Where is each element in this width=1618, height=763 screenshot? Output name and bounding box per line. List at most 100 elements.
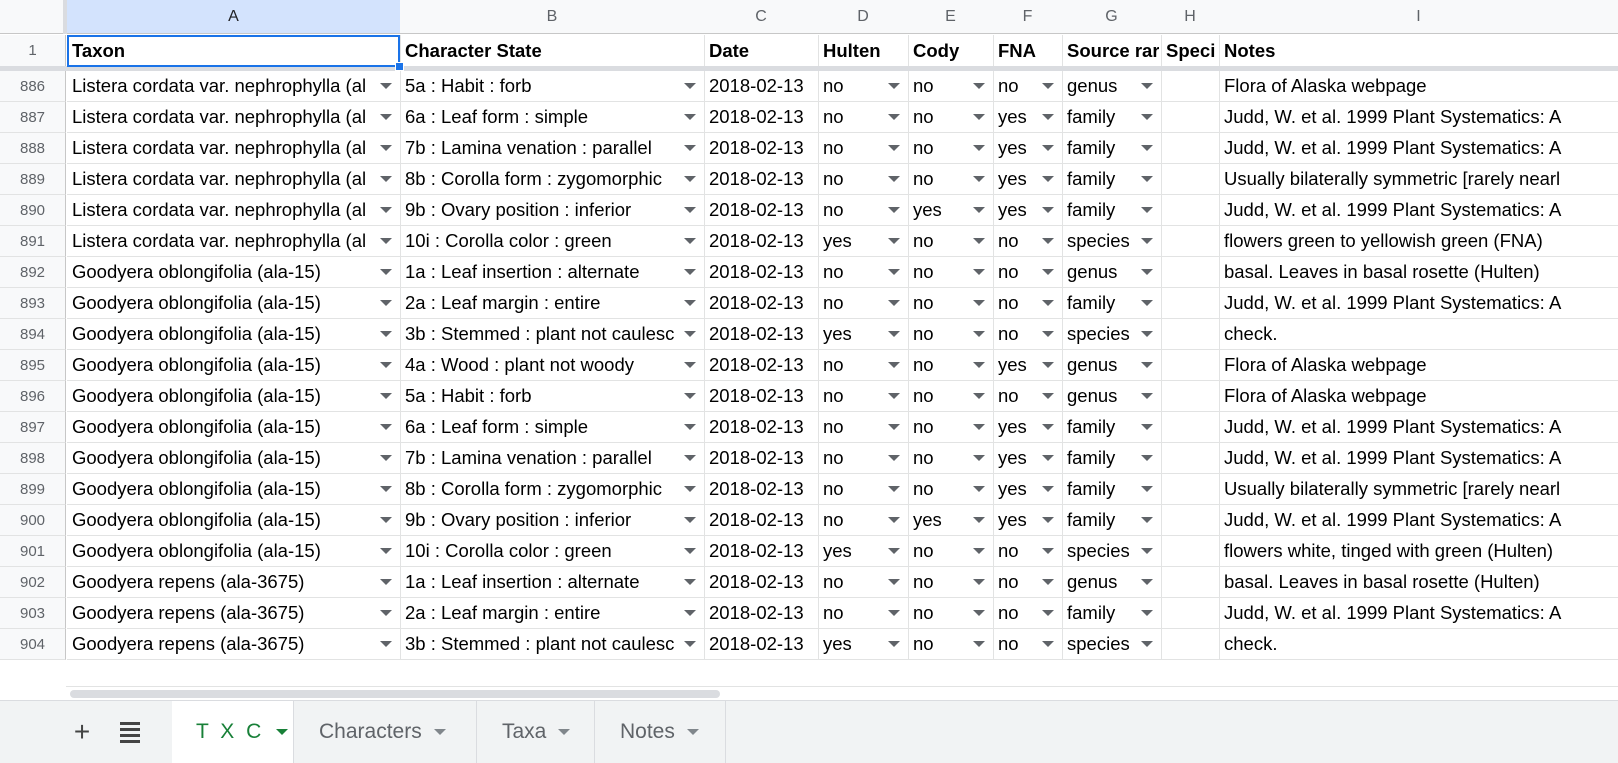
row-header[interactable]: 887 [0, 102, 66, 133]
chevron-down-icon[interactable] [684, 486, 696, 492]
table-cell-a[interactable]: Goodyera oblongifolia (ala-15) [67, 350, 401, 381]
table-cell-c[interactable]: 2018-02-13 [704, 505, 819, 536]
table-cell-h[interactable] [1161, 350, 1220, 381]
row-header-1[interactable]: 1 [0, 35, 66, 67]
table-cell-e[interactable]: yes [908, 505, 994, 536]
chevron-down-icon[interactable] [1141, 455, 1153, 461]
chevron-down-icon[interactable] [380, 83, 392, 89]
chevron-down-icon[interactable] [888, 486, 900, 492]
chevron-down-icon[interactable] [380, 269, 392, 275]
table-cell-f[interactable]: no [993, 319, 1063, 350]
chevron-down-icon[interactable] [888, 145, 900, 151]
table-cell-b[interactable]: 1a : Leaf insertion : alternate [400, 567, 705, 598]
table-cell-h[interactable] [1161, 319, 1220, 350]
table-cell-d[interactable]: no [818, 443, 909, 474]
chevron-down-icon[interactable] [1141, 362, 1153, 368]
table-cell-a[interactable]: Listera cordata var. nephrophylla (al [67, 133, 401, 164]
chevron-down-icon[interactable] [1042, 83, 1054, 89]
table-cell-a[interactable]: Goodyera oblongifolia (ala-15) [67, 257, 401, 288]
table-cell-g[interactable]: family [1062, 598, 1162, 629]
chevron-down-icon[interactable] [276, 729, 289, 735]
chevron-down-icon[interactable] [1141, 548, 1153, 554]
table-cell-e[interactable]: no [908, 629, 994, 660]
table-cell-c[interactable]: 2018-02-13 [704, 629, 819, 660]
table-cell-h[interactable] [1161, 195, 1220, 226]
table-cell-f[interactable]: no [993, 381, 1063, 412]
chevron-down-icon[interactable] [888, 641, 900, 647]
row-header[interactable]: 891 [0, 226, 66, 257]
row-header[interactable]: 896 [0, 381, 66, 412]
chevron-down-icon[interactable] [973, 331, 985, 337]
table-cell-c[interactable]: 2018-02-13 [704, 226, 819, 257]
table-cell-f[interactable]: yes [993, 474, 1063, 505]
row-header[interactable]: 898 [0, 443, 66, 474]
chevron-down-icon[interactable] [973, 300, 985, 306]
table-cell-h[interactable] [1161, 71, 1220, 102]
table-cell-i[interactable]: Judd, W. et al. 1999 Plant Systematics: … [1219, 598, 1618, 629]
table-cell-d[interactable]: no [818, 288, 909, 319]
header-cell-b[interactable]: Character State [400, 35, 705, 67]
table-cell-e[interactable]: no [908, 443, 994, 474]
chevron-down-icon[interactable] [1141, 641, 1153, 647]
chevron-down-icon[interactable] [1141, 517, 1153, 523]
chevron-down-icon[interactable] [684, 579, 696, 585]
table-cell-b[interactable]: 7b : Lamina venation : parallel [400, 133, 705, 164]
table-cell-h[interactable] [1161, 133, 1220, 164]
header-cell-e[interactable]: Cody [908, 35, 994, 67]
row-header[interactable]: 889 [0, 164, 66, 195]
table-cell-h[interactable] [1161, 505, 1220, 536]
table-cell-a[interactable]: Goodyera oblongifolia (ala-15) [67, 381, 401, 412]
table-cell-i[interactable]: Judd, W. et al. 1999 Plant Systematics: … [1219, 288, 1618, 319]
table-cell-g[interactable]: family [1062, 474, 1162, 505]
table-cell-d[interactable]: no [818, 412, 909, 443]
table-cell-d[interactable]: no [818, 164, 909, 195]
table-cell-d[interactable]: no [818, 598, 909, 629]
row-header[interactable]: 902 [0, 567, 66, 598]
table-cell-g[interactable]: family [1062, 505, 1162, 536]
row-header[interactable]: 894 [0, 319, 66, 350]
table-cell-e[interactable]: no [908, 412, 994, 443]
table-cell-f[interactable]: no [993, 257, 1063, 288]
table-cell-a[interactable]: Listera cordata var. nephrophylla (al [67, 164, 401, 195]
table-cell-c[interactable]: 2018-02-13 [704, 133, 819, 164]
chevron-down-icon[interactable] [684, 207, 696, 213]
table-cell-d[interactable]: yes [818, 629, 909, 660]
table-cell-i[interactable]: check. [1219, 319, 1618, 350]
chevron-down-icon[interactable] [888, 455, 900, 461]
table-cell-f[interactable]: yes [993, 133, 1063, 164]
chevron-down-icon[interactable] [1042, 579, 1054, 585]
table-cell-b[interactable]: 10i : Corolla color : green [400, 226, 705, 257]
chevron-down-icon[interactable] [380, 424, 392, 430]
chevron-down-icon[interactable] [684, 83, 696, 89]
table-cell-d[interactable]: yes [818, 226, 909, 257]
table-cell-f[interactable]: yes [993, 350, 1063, 381]
chevron-down-icon[interactable] [973, 269, 985, 275]
chevron-down-icon[interactable] [1042, 362, 1054, 368]
table-cell-i[interactable]: basal. Leaves in basal rosette (Hulten) [1219, 567, 1618, 598]
chevron-down-icon[interactable] [973, 610, 985, 616]
table-cell-b[interactable]: 6a : Leaf form : simple [400, 412, 705, 443]
chevron-down-icon[interactable] [888, 238, 900, 244]
table-cell-e[interactable]: no [908, 164, 994, 195]
chevron-down-icon[interactable] [380, 486, 392, 492]
table-cell-d[interactable]: no [818, 505, 909, 536]
sheet-tab-characters[interactable]: Characters [295, 701, 477, 763]
table-cell-c[interactable]: 2018-02-13 [704, 195, 819, 226]
table-cell-c[interactable]: 2018-02-13 [704, 164, 819, 195]
table-cell-b[interactable]: 8b : Corolla form : zygomorphic [400, 474, 705, 505]
row-header[interactable]: 895 [0, 350, 66, 381]
chevron-down-icon[interactable] [973, 83, 985, 89]
table-cell-d[interactable]: no [818, 350, 909, 381]
table-cell-i[interactable]: flowers green to yellowish green (FNA) [1219, 226, 1618, 257]
table-cell-a[interactable]: Goodyera oblongifolia (ala-15) [67, 536, 401, 567]
table-cell-g[interactable]: species [1062, 536, 1162, 567]
table-cell-g[interactable]: genus [1062, 381, 1162, 412]
sheet-tab-notes[interactable]: Notes [596, 701, 726, 763]
header-cell-d[interactable]: Hulten [818, 35, 909, 67]
chevron-down-icon[interactable] [1042, 486, 1054, 492]
table-cell-b[interactable]: 3b : Stemmed : plant not caulesc [400, 629, 705, 660]
table-cell-b[interactable]: 5a : Habit : forb [400, 381, 705, 412]
table-cell-a[interactable]: Goodyera oblongifolia (ala-15) [67, 505, 401, 536]
chevron-down-icon[interactable] [888, 517, 900, 523]
row-header[interactable]: 888 [0, 133, 66, 164]
